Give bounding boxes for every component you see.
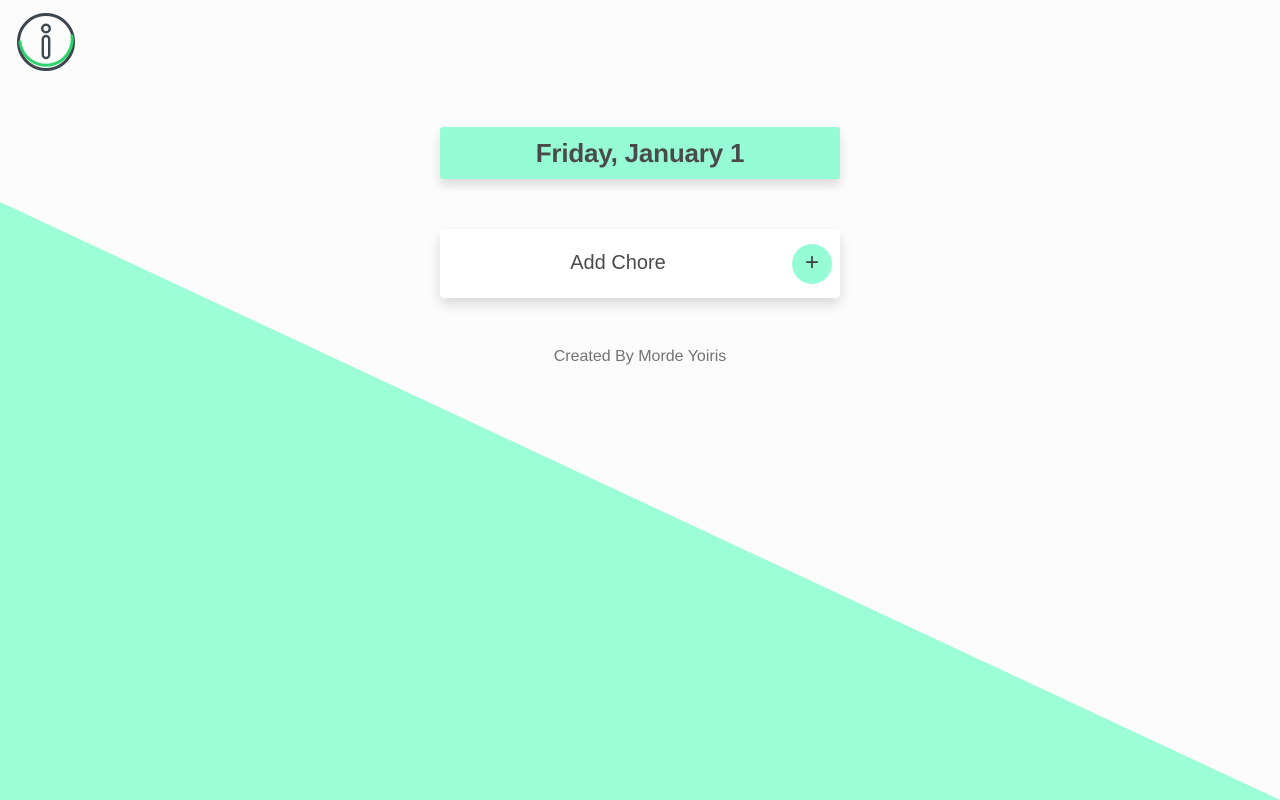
date-banner: Friday, January 1 (440, 127, 840, 179)
add-chore-label[interactable]: Add Chore (440, 229, 796, 298)
add-chore-card[interactable]: Add Chore + (440, 229, 840, 298)
add-chore-button[interactable]: + (792, 244, 832, 284)
page: Friday, January 1 Add Chore + Created By… (0, 0, 1280, 800)
info-button[interactable] (16, 12, 76, 72)
info-icon (17, 13, 75, 71)
credit-text: Created By Morde Yoiris (553, 348, 727, 365)
plus-icon: + (804, 248, 819, 276)
background-triangle (0, 202, 1280, 800)
date-title: Friday, January 1 (535, 137, 745, 168)
